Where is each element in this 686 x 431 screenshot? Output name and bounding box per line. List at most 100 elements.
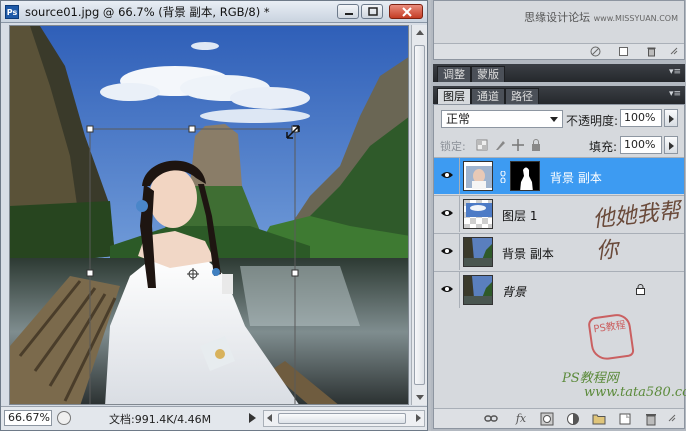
layers-panel: 正常 不透明度: 100% 锁定: 填充: 100% 背景 副本 图层 1 背景…: [433, 104, 686, 429]
layer-thumbnail-image: [464, 276, 492, 304]
layer-row[interactable]: 背景 副本: [434, 157, 684, 194]
layer-thumbnail-image: [464, 162, 492, 190]
calligraphy-watermark: 他她我帮你: [591, 198, 682, 265]
top-panel-icon-bar: [434, 43, 684, 59]
panel-menu-icon[interactable]: ▾≡: [669, 68, 681, 77]
lock-brush-icon[interactable]: [494, 139, 506, 151]
scroll-right-icon[interactable]: [416, 414, 421, 422]
photoshop-workspace: Ps source01.jpg @ 66.7% (背景 副本, RGB/8) *: [0, 0, 686, 431]
horizontal-scrollbar[interactable]: [263, 410, 425, 427]
eye-icon[interactable]: [440, 246, 454, 256]
lock-icon: [636, 284, 645, 295]
eye-icon[interactable]: [440, 170, 454, 180]
tab-paths[interactable]: 路径: [505, 88, 539, 104]
row-separator: [459, 234, 460, 270]
eye-icon[interactable]: [440, 208, 454, 218]
tab-masks[interactable]: 蒙版: [471, 66, 505, 82]
image-canvas[interactable]: [9, 25, 409, 405]
layer-name[interactable]: 图层 1: [502, 207, 537, 224]
status-info-icon[interactable]: [57, 411, 71, 425]
add-mask-icon[interactable]: [540, 412, 554, 426]
tab-layers[interactable]: 图层: [437, 88, 471, 104]
new-group-icon[interactable]: [592, 412, 606, 426]
layers-panel-menu-icon[interactable]: ▾≡: [669, 90, 681, 99]
minimize-button[interactable]: [337, 4, 359, 19]
zoom-input[interactable]: 66.67%: [4, 410, 52, 426]
horizontal-scroll-thumb[interactable]: [278, 413, 406, 424]
resize-grip-icon[interactable]: [668, 414, 682, 428]
lock-all-icon[interactable]: [530, 139, 542, 151]
document-title: source01.jpg @ 66.7% (背景 副本, RGB/8) *: [25, 5, 270, 19]
top-panel: 思缘设计论坛 www.MISSYUAN.COM: [433, 0, 685, 60]
minimize-icon: [345, 13, 353, 15]
close-icon: [402, 7, 412, 17]
maximize-icon: [368, 7, 378, 16]
forum-watermark: 思缘设计论坛 www.MISSYUAN.COM: [524, 9, 678, 25]
fill-input[interactable]: 100%: [620, 136, 662, 154]
site-watermark-url: www.tata580.com: [584, 385, 686, 400]
status-menu-arrow-icon[interactable]: [249, 413, 256, 423]
layer-thumbnail[interactable]: [463, 237, 493, 267]
layer-mask-thumbnail[interactable]: [510, 161, 540, 191]
layer-thumbnail[interactable]: [463, 275, 493, 305]
blend-mode-select[interactable]: 正常: [441, 110, 563, 128]
fill-label: 填充:: [589, 140, 618, 154]
resize-grip-icon[interactable]: [670, 47, 681, 58]
status-bar: 66.67% 文档:991.4K/4.46M: [1, 406, 427, 430]
new-layer-icon[interactable]: [618, 412, 632, 426]
seal-stamp: PS教程: [587, 312, 635, 362]
scroll-down-icon[interactable]: [416, 395, 424, 400]
delete-layer-icon[interactable]: [644, 412, 658, 426]
canvas-image: [10, 26, 408, 404]
trash-icon[interactable]: [646, 46, 657, 57]
no-entry-icon[interactable]: [590, 46, 601, 57]
layer-thumbnail[interactable]: [463, 199, 493, 229]
vertical-scroll-thumb[interactable]: [414, 45, 425, 385]
chain-link-icon[interactable]: [500, 171, 506, 183]
adjustment-layer-icon[interactable]: [566, 412, 580, 426]
layer-name[interactable]: 背景 副本: [502, 245, 554, 262]
mask-thumbnail-image: [511, 162, 539, 190]
forum-watermark-url: www.MISSYUAN.COM: [593, 14, 678, 23]
forum-watermark-text: 思缘设计论坛: [524, 11, 591, 24]
layer-name[interactable]: 背景: [502, 283, 526, 300]
photoshop-logo-icon: Ps: [5, 5, 19, 19]
new-item-icon[interactable]: [618, 46, 629, 57]
seal-text: PS教程: [592, 319, 627, 336]
opacity-slider-button[interactable]: [664, 109, 678, 127]
layer-thumbnail-image: [464, 238, 492, 266]
tab-adjustments[interactable]: 调整: [437, 66, 471, 82]
lock-label: 锁定:: [440, 140, 466, 153]
blend-mode-value: 正常: [446, 112, 471, 126]
layers-bottom-toolbar: fx: [434, 408, 684, 428]
scroll-up-icon[interactable]: [416, 30, 424, 35]
layer-style-icon[interactable]: fx: [514, 412, 528, 426]
tab-channels[interactable]: 通道: [471, 88, 505, 104]
vertical-scrollbar[interactable]: [411, 25, 427, 405]
layer-thumbnail-image: [464, 200, 492, 228]
maximize-button[interactable]: [361, 4, 383, 19]
eye-icon[interactable]: [440, 284, 454, 294]
close-button[interactable]: [389, 4, 423, 19]
lock-row: 锁定: 填充: 100%: [434, 133, 684, 157]
right-panel-dock: 思缘设计论坛 www.MISSYUAN.COM 调整 蒙版 ▾≡ 图层 通道 路…: [431, 0, 686, 431]
document-titlebar[interactable]: Ps source01.jpg @ 66.7% (背景 副本, RGB/8) *: [1, 1, 427, 23]
link-layers-icon[interactable]: [484, 412, 498, 426]
layer-name[interactable]: 背景 副本: [550, 169, 602, 186]
opacity-input[interactable]: 100%: [620, 109, 662, 127]
chevron-down-icon: [550, 117, 558, 122]
row-separator: [459, 196, 460, 232]
site-watermark-title: PS教程网: [562, 371, 619, 386]
fill-slider-button[interactable]: [664, 136, 678, 154]
lock-move-icon[interactable]: [512, 139, 524, 151]
scroll-left-icon[interactable]: [267, 414, 272, 422]
lock-transparent-icon[interactable]: [476, 139, 488, 151]
opacity-label: 不透明度:: [566, 114, 619, 128]
layer-row[interactable]: 背景: [434, 271, 684, 308]
document-window: Ps source01.jpg @ 66.7% (背景 副本, RGB/8) *: [0, 0, 428, 431]
row-separator: [459, 158, 460, 194]
document-size-info: 文档:991.4K/4.46M: [109, 413, 212, 426]
layers-tabbar: 图层 通道 路径 ▾≡: [433, 86, 685, 104]
layer-thumbnail[interactable]: [463, 161, 493, 191]
row-separator: [459, 272, 460, 308]
